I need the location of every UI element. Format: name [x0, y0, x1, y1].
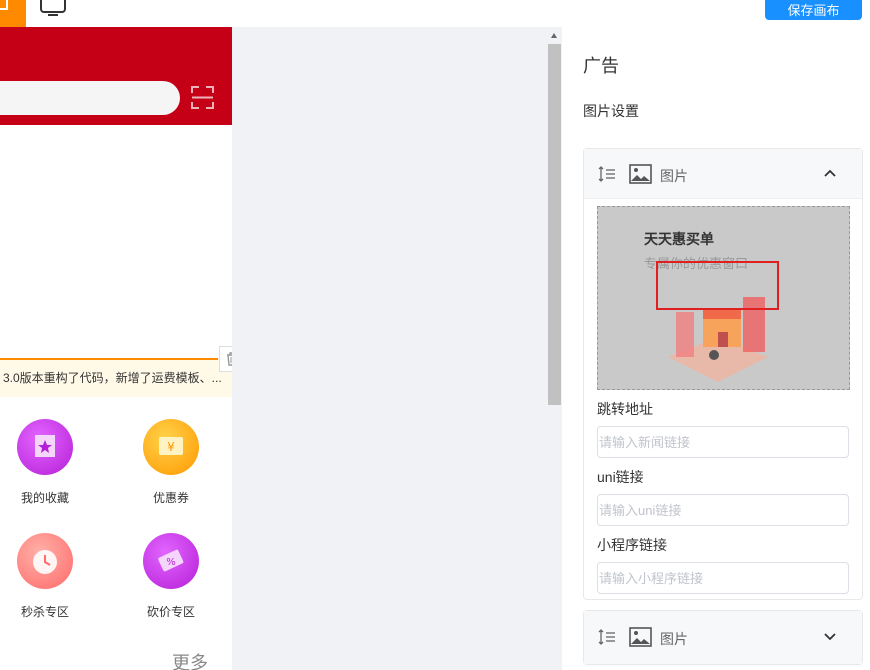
notice-bar[interactable]: 3.0版本重构了代码，新增了运费模板、...	[0, 360, 232, 397]
chevron-down-icon[interactable]	[823, 631, 837, 643]
image-icon	[629, 627, 652, 647]
redirect-url-label: 跳转地址	[597, 401, 653, 417]
panel-title: 广告	[583, 56, 619, 76]
top-toolbar: 保存画布	[0, 0, 870, 27]
redirect-url-input[interactable]	[597, 426, 849, 458]
phone-header	[0, 27, 232, 125]
uni-link-input[interactable]	[597, 494, 849, 526]
image-card-1: 图片 天天惠买单 专属你的优惠窗口 跳转地址 uni链接 小程序链接	[583, 148, 863, 600]
image-card-2-header[interactable]: 图片	[584, 611, 862, 664]
banner-area	[0, 125, 232, 359]
image-card-2-label: 图片	[660, 631, 688, 647]
image-card-header[interactable]: 图片	[584, 149, 862, 199]
chevron-up-icon[interactable]	[823, 167, 837, 179]
coupon-icon: ¥	[143, 419, 199, 475]
image-card-label: 图片	[660, 168, 688, 184]
ad-image-preview[interactable]: 天天惠买单 专属你的优惠窗口	[597, 206, 850, 390]
miniprogram-link-input[interactable]	[597, 562, 849, 594]
scan-icon[interactable]	[191, 86, 214, 109]
highlight-box	[656, 261, 779, 310]
grid-item-coupon[interactable]: ¥ 优惠券	[126, 419, 216, 506]
grid-item-flash-sale[interactable]: 秒杀专区	[0, 533, 90, 620]
phone-preview: 3.0版本重构了代码，新增了运费模板、... 我的收藏 ¥ 优惠券 秒杀专区 %…	[0, 27, 232, 670]
grid-item-bargain[interactable]: % 砍价专区	[126, 533, 216, 620]
panel-subtitle: 图片设置	[583, 103, 639, 119]
image-icon	[629, 164, 652, 184]
scrollbar-thumb[interactable]	[548, 44, 561, 405]
ad-image-title: 天天惠买单	[644, 231, 714, 247]
editor-canvas	[232, 27, 562, 670]
miniprogram-link-label: 小程序链接	[597, 537, 667, 553]
svg-text:%: %	[166, 557, 176, 568]
grid-label-favorites: 我的收藏	[20, 491, 69, 505]
tool-icon	[0, 0, 8, 10]
scroll-up-icon[interactable]	[551, 33, 557, 38]
bargain-ticket-icon: %	[143, 533, 199, 589]
more-label[interactable]: 更多	[172, 649, 208, 670]
grid-item-favorites[interactable]: 我的收藏	[0, 419, 90, 506]
favorites-icon	[17, 419, 73, 475]
uni-link-label: uni链接	[597, 469, 644, 485]
grid-label-flash-sale: 秒杀专区	[20, 605, 69, 619]
image-card-2: 图片	[583, 610, 863, 665]
grid-label-bargain: 砍价专区	[146, 605, 195, 619]
save-canvas-button[interactable]: 保存画布	[765, 0, 862, 20]
drag-sort-icon[interactable]	[598, 166, 616, 182]
drag-sort-icon[interactable]	[598, 629, 616, 645]
grid-label-coupon: 优惠券	[152, 491, 189, 505]
settings-panel: 广告 图片设置 图片 天天惠买单 专属你的优惠窗口 跳转地址 请输入新闻链接 u…	[562, 27, 870, 670]
svg-text:¥: ¥	[167, 440, 175, 454]
search-input[interactable]	[0, 81, 180, 115]
alarm-clock-icon	[17, 533, 73, 589]
monitor-icon[interactable]	[40, 0, 66, 16]
active-tool-tab[interactable]	[0, 0, 26, 27]
